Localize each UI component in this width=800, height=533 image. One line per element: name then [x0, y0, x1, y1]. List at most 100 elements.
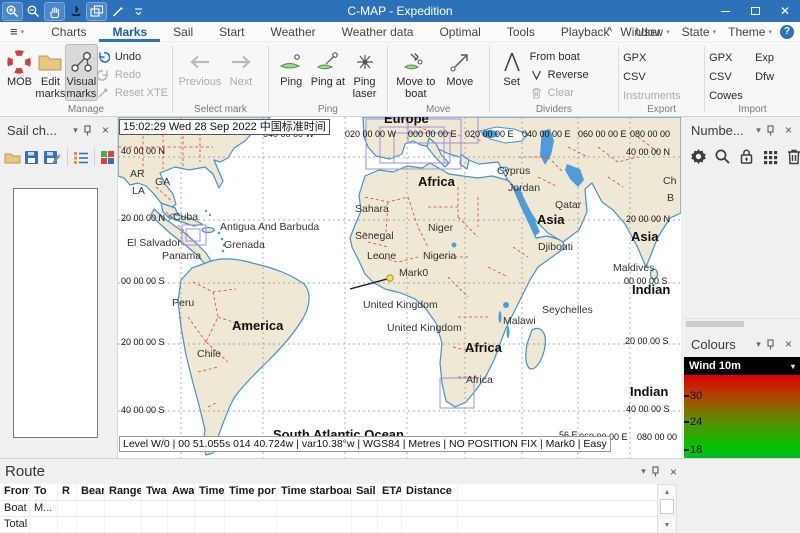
- pan-hand-icon[interactable]: [45, 3, 64, 20]
- help-icon[interactable]: ?: [780, 25, 794, 39]
- export-csv-button[interactable]: CSV: [623, 69, 680, 84]
- sail-charts-list[interactable]: [13, 188, 98, 438]
- import-csv-button[interactable]: CSV: [709, 69, 755, 84]
- undo-button[interactable]: Undo: [97, 49, 168, 64]
- panel-dropdown-icon[interactable]: ▾: [636, 466, 651, 477]
- zoom-in-icon[interactable]: [3, 3, 22, 20]
- column-header: Awa: [168, 484, 195, 500]
- table-cell: [105, 517, 142, 532]
- menu-state[interactable]: State▾: [678, 25, 721, 39]
- scroll-up-icon[interactable]: ▲: [659, 486, 675, 499]
- import-exp-button[interactable]: Exp: [755, 50, 774, 65]
- table-cell: [352, 501, 378, 516]
- redo-arrow-icon: [97, 69, 111, 81]
- import-dfw-button[interactable]: Dfw: [755, 69, 774, 84]
- move-to-boat-button[interactable]: Move to boat: [392, 45, 440, 100]
- panel-pin-icon[interactable]: [83, 125, 98, 136]
- panel-close-icon[interactable]: ×: [666, 465, 681, 479]
- tab-weather-data[interactable]: Weather data: [329, 22, 427, 42]
- close-button[interactable]: ✕: [770, 0, 800, 22]
- export-gpx-button[interactable]: GPX: [623, 50, 680, 65]
- panel-close-icon[interactable]: ×: [781, 123, 796, 137]
- scroll-thumb[interactable]: [660, 499, 674, 514]
- chart-colours-icon[interactable]: [100, 150, 115, 165]
- table-cell: [195, 501, 225, 516]
- export-instruments-button[interactable]: Instruments: [623, 88, 680, 103]
- tab-marks[interactable]: Marks: [99, 22, 160, 42]
- panel-pin-icon[interactable]: [651, 466, 666, 477]
- table-cell: [225, 517, 277, 532]
- tab-optimal[interactable]: Optimal: [426, 22, 493, 42]
- ping-button[interactable]: Ping: [273, 45, 310, 88]
- import-gpx-button[interactable]: GPX: [709, 50, 755, 65]
- tab-weather[interactable]: Weather: [258, 22, 329, 42]
- colours-source-select[interactable]: Wind 10m ▾: [684, 357, 800, 375]
- save-icon[interactable]: [24, 150, 40, 165]
- tab-sail[interactable]: Sail: [160, 22, 206, 42]
- app-menu-button[interactable]: ≡▾: [10, 24, 24, 39]
- route-scrollbar[interactable]: ▲ ▼: [657, 484, 677, 533]
- tab-charts[interactable]: Charts: [38, 22, 99, 42]
- colour-scale-tick: 30: [684, 390, 702, 402]
- move-button[interactable]: Move: [440, 45, 480, 88]
- numbers-panel: Numbe... ▾ ×: [684, 117, 800, 328]
- menu-theme[interactable]: Theme▾: [724, 25, 776, 39]
- minimize-button[interactable]: [710, 0, 740, 22]
- import-cowes-button[interactable]: Cowes: [709, 88, 755, 103]
- table-cell: [58, 517, 77, 532]
- search-icon[interactable]: [714, 148, 731, 165]
- redo-button[interactable]: Redo: [97, 67, 168, 82]
- table-row[interactable]: BoatM...: [0, 501, 657, 517]
- ping-laser-button[interactable]: Ping laser: [346, 45, 383, 100]
- panel-dropdown-icon[interactable]: ▾: [751, 339, 766, 350]
- previous-mark-button[interactable]: Previous: [177, 45, 223, 88]
- visual-marks-button[interactable]: Visual marks: [66, 45, 97, 100]
- table-row[interactable]: Total: [0, 517, 657, 533]
- life-ring-icon: [6, 48, 32, 76]
- edit-marks-button[interactable]: Edit marks: [35, 45, 66, 100]
- next-mark-button[interactable]: Next: [223, 45, 259, 88]
- ribbon-group-dividers: Set From boat Reverse Clear Dividers: [490, 42, 618, 116]
- tab-tools[interactable]: Tools: [494, 22, 548, 42]
- ping-at-button[interactable]: Ping at: [310, 45, 347, 88]
- column-header: Twa: [142, 484, 168, 500]
- pen-icon[interactable]: [108, 3, 127, 20]
- menu-window[interactable]: Window▾: [616, 25, 673, 39]
- collapse-ribbon-button[interactable]: ^: [607, 26, 613, 37]
- boat-icon[interactable]: [66, 3, 85, 20]
- panel-close-icon[interactable]: ×: [781, 337, 796, 351]
- dividers-clear-button[interactable]: Clear: [530, 85, 589, 100]
- panel-close-icon[interactable]: ×: [98, 123, 113, 137]
- column-header: Time starboard: [277, 484, 352, 500]
- reverse-v-icon: [530, 70, 544, 80]
- panel-dropdown-icon[interactable]: ▾: [68, 125, 83, 136]
- quick-access-more-icon[interactable]: [129, 3, 148, 20]
- list-icon[interactable]: [73, 150, 89, 165]
- save-edit-icon[interactable]: [43, 150, 62, 165]
- numbers-hscrollbar[interactable]: [684, 318, 800, 328]
- dividers-reverse-button[interactable]: Reverse: [530, 67, 589, 82]
- lock-icon[interactable]: [738, 148, 755, 165]
- panel-pin-icon[interactable]: [766, 339, 781, 350]
- chart-map[interactable]: 040 00 00 W020 00 00 W000 00 00 E020 00 …: [118, 117, 681, 458]
- panel-pin-icon[interactable]: [766, 125, 781, 136]
- dividers-from-boat-button[interactable]: From boat: [530, 49, 589, 64]
- zoom-out-icon[interactable]: [24, 3, 43, 20]
- ribbon-group-move: Move to boat Move Move: [388, 42, 489, 116]
- column-header: To: [30, 484, 58, 500]
- maximize-button[interactable]: [740, 0, 770, 22]
- scroll-down-icon[interactable]: ▼: [659, 519, 675, 532]
- panel-dropdown-icon[interactable]: ▾: [751, 125, 766, 136]
- mob-button[interactable]: MOB: [4, 45, 35, 88]
- menu-right: ^ Window▾ State▾Theme▾?: [607, 25, 794, 39]
- colours-panel-title: Colours: [688, 337, 751, 352]
- dividers-set-button[interactable]: Set: [494, 45, 530, 88]
- new-window-icon[interactable]: [87, 3, 106, 20]
- open-folder-icon[interactable]: [4, 150, 21, 165]
- grid-icon[interactable]: [762, 148, 779, 165]
- trash-icon[interactable]: [786, 148, 800, 165]
- tab-start[interactable]: Start: [206, 22, 257, 42]
- settings-gear-icon[interactable]: [690, 148, 707, 165]
- reset-xte-button[interactable]: Reset XTE: [97, 85, 168, 100]
- arrow-right-icon: [229, 48, 253, 76]
